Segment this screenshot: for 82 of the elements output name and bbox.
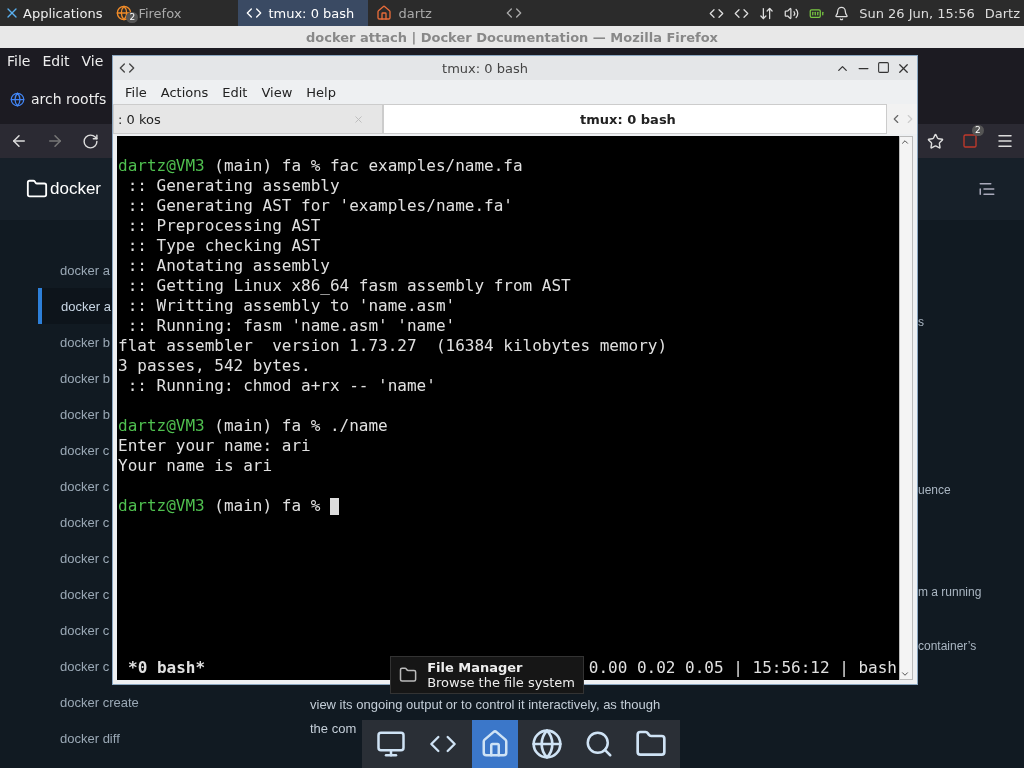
output-line: :: Writting assembly to 'name.asm': [126, 296, 457, 316]
terminal-tab[interactable]: : 0 kos: [113, 104, 383, 134]
menu-item[interactable]: Vie: [81, 53, 104, 69]
site-logo-text[interactable]: docker: [50, 179, 102, 199]
search-icon: [584, 729, 614, 759]
tooltip-text: Browse the file system: [427, 675, 575, 690]
sidebar-item[interactable]: docker c: [0, 612, 110, 648]
menu-item[interactable]: Help: [306, 84, 336, 100]
bookmark-star-icon[interactable]: [927, 132, 944, 150]
browser-tab[interactable]: arch rootfs: [10, 91, 107, 107]
sidebar-item[interactable]: docker diff: [0, 720, 120, 756]
taskbar-button[interactable]: tmux: 0 bash: [238, 0, 369, 26]
taskbar-button[interactable]: 2 Firefox: [108, 0, 239, 26]
globe-icon: [116, 5, 133, 21]
body-text: view its ongoing output or to control it interactively, as though: [310, 697, 661, 713]
output-line: :: Generating assembly: [126, 176, 341, 196]
menu-item[interactable]: Edit: [222, 84, 248, 100]
scroll-down-icon[interactable]: [900, 669, 910, 679]
window-title: docker attach | Docker Documentation — Mozilla Firefox: [305, 29, 718, 45]
scrollbar[interactable]: [899, 136, 913, 680]
prompt-line: dartz@VM3 (main) fa %: [118, 496, 899, 516]
count-badge: 2: [972, 125, 984, 136]
text-fragment: m a running: [918, 585, 982, 600]
sidebar-item[interactable]: docker c: [0, 540, 110, 576]
prompt-line: dartz@VM3 (main) fa % ./name: [118, 416, 389, 436]
home-folder-icon: [480, 729, 510, 759]
sidebar-item[interactable]: docker c: [0, 576, 110, 612]
volume-icon[interactable]: [784, 5, 800, 21]
sidebar-item[interactable]: docker c: [0, 648, 110, 684]
output-line: flat assembler version 1.73.27 (16384 kilobytes memory): [118, 336, 669, 356]
output-line: :: Anotating assembly: [126, 256, 331, 276]
body-text: the com: [310, 721, 357, 737]
menu-item[interactable]: File: [125, 84, 147, 100]
back-icon[interactable]: [10, 132, 28, 150]
reload-icon[interactable]: [82, 132, 99, 150]
sidebar-item[interactable]: docker a: [38, 288, 112, 324]
bell-icon[interactable]: [834, 5, 850, 21]
output-line: Enter your name: ari: [118, 436, 312, 456]
output-line: :: Running: chmod a+rx -- 'name': [126, 376, 437, 396]
sidebar-item[interactable]: docker c: [0, 468, 110, 504]
output-line: :: Running: fasm 'name.asm' 'name': [126, 316, 457, 336]
text-fragment: s: [918, 315, 924, 330]
output-line: :: Generating AST for 'examples/name.fa': [126, 196, 514, 216]
applications-menu[interactable]: Applications: [0, 0, 109, 26]
sidebar-item[interactable]: docker c: [0, 432, 110, 468]
home-icon: [376, 5, 393, 21]
sidebar-item[interactable]: docker b: [0, 324, 110, 360]
menu-item[interactable]: Actions: [160, 84, 209, 100]
desktop-icon: [376, 729, 406, 759]
user-name[interactable]: Dartz: [984, 5, 1020, 21]
output-line: :: Type checking AST: [126, 236, 322, 256]
sidebar-item[interactable]: docker a: [0, 252, 110, 288]
menu-item[interactable]: File: [7, 53, 31, 69]
taskbar-button[interactable]: dartz: [368, 0, 499, 26]
output-line: :: Getting Linux x86_64 fasm assembly from AST: [126, 276, 572, 296]
globe-icon: [10, 91, 25, 107]
window-title: tmux: 0 bash: [441, 60, 529, 76]
transfer-icon[interactable]: [759, 5, 775, 21]
maximize-icon[interactable]: [877, 60, 890, 74]
menu-icon[interactable]: [996, 132, 1014, 150]
text-fragment: uence: [918, 483, 951, 498]
tmux-window-label: *0 bash*: [128, 658, 206, 678]
menu-item[interactable]: Edit: [42, 53, 70, 69]
sidebar-item[interactable]: docker b: [0, 396, 110, 432]
sidebar-item[interactable]: docker b: [0, 360, 110, 396]
text-fragment: container’s: [918, 639, 977, 654]
menu-icon[interactable]: [978, 180, 996, 198]
tooltip-title: File Manager: [427, 660, 524, 675]
count-badge: 2: [126, 12, 139, 23]
output-line: Your name is ari: [118, 456, 274, 476]
menu-item[interactable]: View: [261, 84, 293, 100]
clock[interactable]: Sun 26 Jun, 15:56: [859, 5, 975, 21]
output-line: 3 passes, 542 bytes.: [118, 356, 312, 376]
output-line: :: Preprocessing AST: [126, 216, 322, 236]
forward-icon[interactable]: [46, 132, 64, 150]
sidebar-item[interactable]: docker create: [0, 684, 139, 720]
scroll-up-icon[interactable]: [900, 137, 910, 147]
terminal-tab[interactable]: tmux: 0 bash: [383, 104, 887, 134]
sidebar-item[interactable]: docker c: [0, 504, 110, 540]
prompt-line: dartz@VM3 (main) fa % fac examples/name.fa: [118, 156, 524, 176]
globe-icon: [531, 728, 563, 760]
tmux-status: 0.00 0.02 0.05 | 15:56:12 | bash: [588, 658, 897, 678]
